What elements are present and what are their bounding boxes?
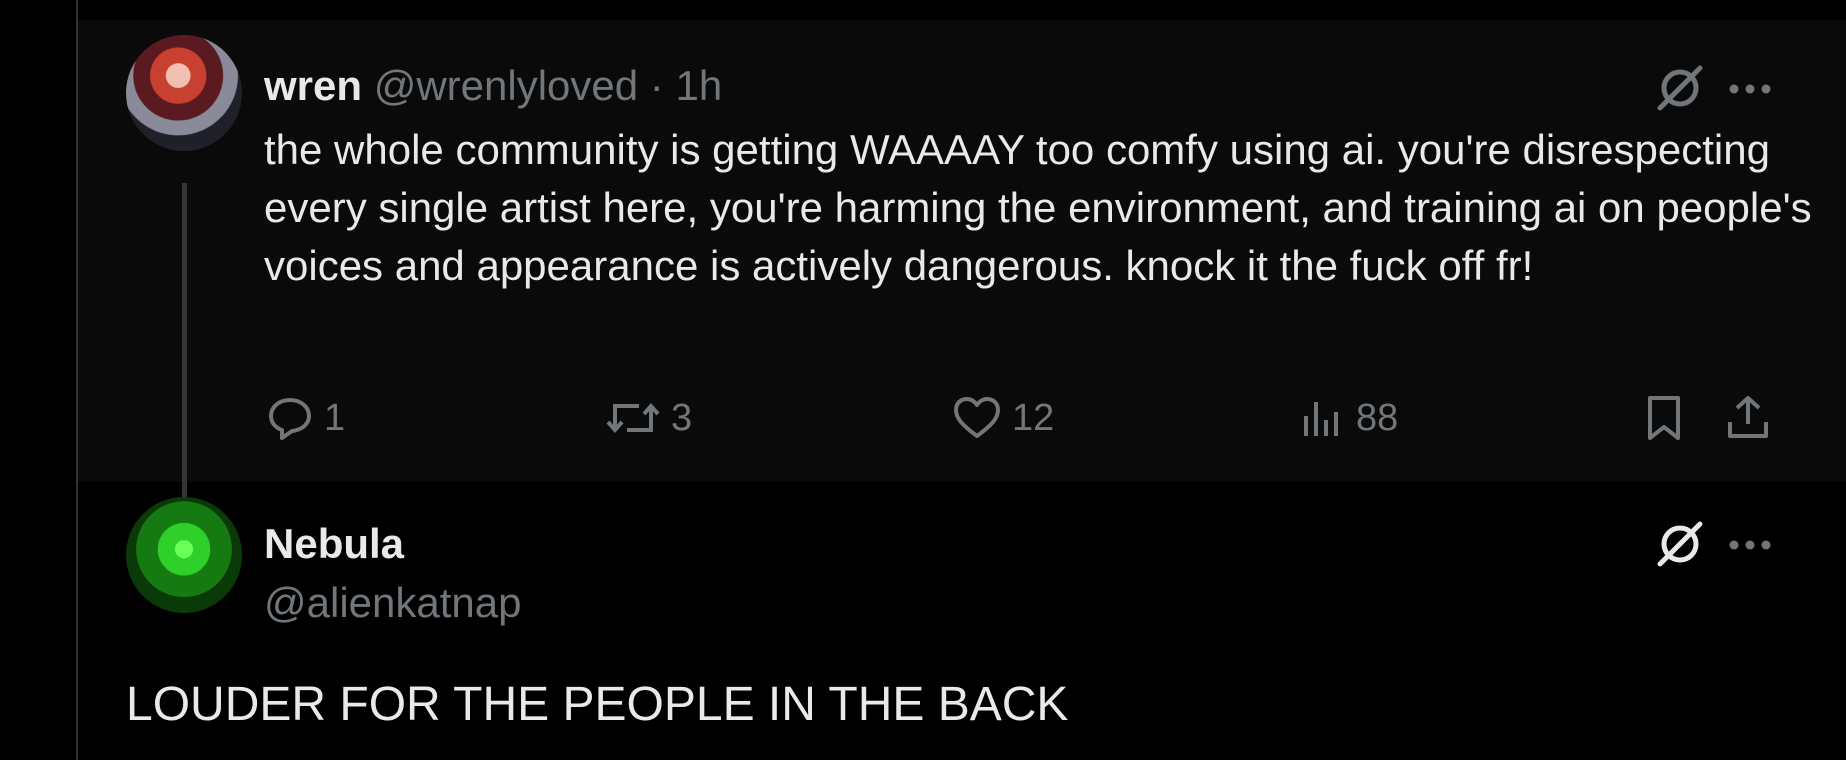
separator-dot: · [649, 62, 664, 109]
display-name[interactable]: wren [264, 62, 362, 109]
bookmark-button[interactable] [1640, 394, 1688, 442]
views-button[interactable]: 88 [1298, 394, 1398, 442]
grok-icon[interactable] [1654, 62, 1706, 119]
more-icon[interactable] [1728, 82, 1772, 100]
parent-post-header: wren @wrenlyloved · 1h [264, 61, 722, 111]
reply-display-name: Nebula [264, 519, 404, 569]
reply-handle-line: @alienkatnap [264, 578, 521, 628]
like-button[interactable]: 12 [952, 394, 1054, 442]
more-icon[interactable] [1728, 538, 1772, 556]
like-icon [952, 394, 1002, 442]
views-icon [1298, 394, 1346, 442]
timeline-column: wren @wrenlyloved · 1h the whole communi… [76, 0, 1846, 760]
handle[interactable]: @alienkatnap [264, 579, 521, 626]
handle[interactable]: @wrenlyloved [374, 62, 638, 109]
share-button[interactable] [1724, 394, 1772, 442]
reply-icon [266, 394, 314, 442]
avatar[interactable] [126, 497, 242, 613]
post-text: the whole community is getting WAAAAY to… [264, 126, 1812, 289]
like-count: 12 [1012, 396, 1055, 439]
grok-icon[interactable] [1654, 518, 1706, 575]
reply-button[interactable]: 1 [266, 394, 345, 442]
avatar[interactable] [126, 35, 242, 151]
share-icon [1724, 394, 1772, 442]
repost-button[interactable]: 3 [605, 394, 692, 442]
post-text: LOUDER FOR THE PEOPLE IN THE BACK [126, 678, 1069, 731]
bookmark-icon [1640, 394, 1688, 442]
display-name[interactable]: Nebula [264, 520, 404, 567]
views-count: 88 [1356, 396, 1399, 439]
reply-count: 1 [324, 396, 346, 439]
repost-count: 3 [671, 396, 693, 439]
thread-connector-line [182, 183, 187, 505]
repost-icon [605, 394, 661, 442]
post-time[interactable]: 1h [675, 62, 722, 109]
